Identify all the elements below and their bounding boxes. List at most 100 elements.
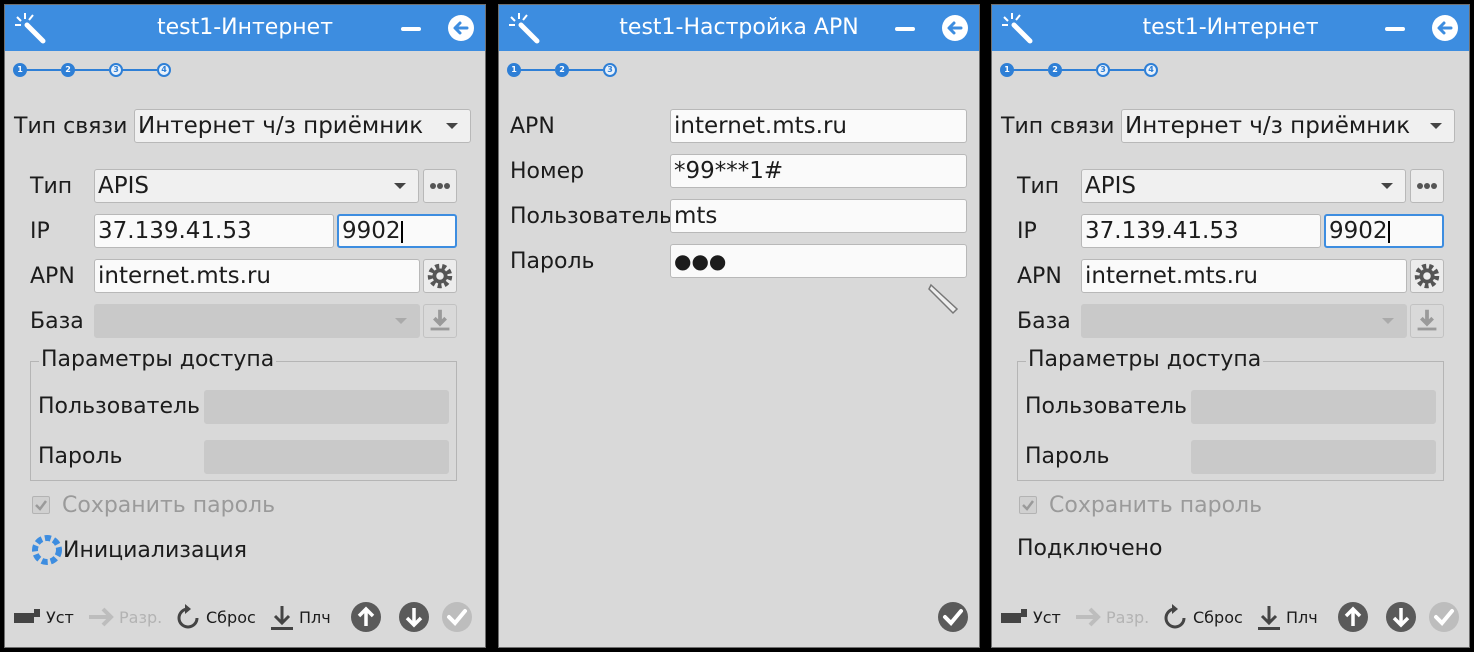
type-select[interactable]: APIS	[1081, 169, 1406, 203]
install-icon	[1001, 609, 1027, 623]
access-params-legend: Параметры доступа	[1026, 347, 1264, 372]
apn-label: APN	[510, 114, 555, 139]
back-arrow-icon[interactable]	[941, 14, 969, 42]
move-up-button[interactable]	[350, 601, 382, 633]
port-input[interactable]: 9902	[1324, 214, 1444, 248]
back-arrow-icon[interactable]	[1431, 14, 1459, 42]
more-options-button[interactable]	[1410, 169, 1444, 203]
more-options-button[interactable]	[423, 169, 457, 203]
panel-internet-initializing: test1-Интернет 1 2 3 4 Тип связи Интерне…	[0, 0, 490, 652]
chevron-down-icon	[1381, 183, 1393, 189]
loading-spinner-icon	[32, 535, 62, 565]
user-input[interactable]	[204, 390, 449, 424]
step-1: 1	[507, 63, 521, 77]
minimize-button[interactable]	[895, 27, 915, 31]
minimize-button[interactable]	[1385, 27, 1405, 31]
chevron-down-icon	[1382, 318, 1394, 324]
password-label: Пароль	[510, 249, 595, 274]
move-up-button[interactable]	[1337, 601, 1369, 633]
step-3: 3	[1096, 63, 1110, 77]
back-arrow-icon[interactable]	[447, 14, 475, 42]
panel-internet-connected: test1-Интернет 1 2 3 4 Тип связи Интерне…	[987, 0, 1474, 652]
title-bar: test1-Настройка APN	[499, 5, 979, 51]
confirm-check-button[interactable]	[1428, 601, 1460, 633]
apn-settings-button[interactable]	[1410, 259, 1444, 293]
download-base-button[interactable]	[423, 304, 457, 338]
disconnect-icon	[1076, 607, 1101, 627]
download-icon	[1258, 606, 1280, 630]
password-input[interactable]	[204, 440, 449, 474]
dialog-window: test1-Настройка APN 1 2 3 APN internet.m…	[498, 4, 980, 648]
download-base-button[interactable]	[1410, 304, 1444, 338]
user-label: Пользователь	[38, 394, 201, 419]
save-password-label: Сохранить пароль	[62, 493, 276, 518]
reset-button[interactable]: Сброс	[1193, 608, 1243, 627]
type-select[interactable]: APIS	[94, 169, 419, 203]
disconnect-icon	[89, 607, 114, 627]
user-input[interactable]	[1191, 390, 1436, 424]
apn-label: APN	[30, 264, 75, 289]
port-input[interactable]: 9902	[337, 214, 457, 248]
conn-type-select[interactable]: Интернет ч/з приёмник	[134, 109, 471, 143]
ip-input[interactable]: 37.139.41.53	[1081, 214, 1321, 248]
apn-input[interactable]: internet.mts.ru	[1081, 259, 1407, 293]
apn-settings-button[interactable]	[423, 259, 457, 293]
disconnect-button[interactable]: Разр.	[119, 608, 162, 627]
ip-label: IP	[1017, 219, 1037, 244]
type-label: Тип	[30, 174, 73, 199]
conn-type-select[interactable]: Интернет ч/з приёмник	[1121, 109, 1455, 143]
type-value: APIS	[98, 173, 149, 199]
title-bar: test1-Интернет	[992, 5, 1469, 51]
base-label: База	[1017, 309, 1071, 334]
stylus-pen-icon	[928, 283, 959, 315]
download-icon	[271, 606, 293, 630]
install-icon	[14, 609, 40, 623]
checkmark-icon	[1022, 500, 1034, 511]
step-3: 3	[109, 63, 123, 77]
user-input[interactable]: mts	[670, 199, 967, 233]
conn-type-value: Интернет ч/з приёмник	[138, 113, 424, 139]
base-select[interactable]	[94, 304, 420, 338]
save-password-checkbox[interactable]	[32, 496, 50, 514]
download-button[interactable]: Плч	[299, 608, 331, 627]
confirm-check-button[interactable]	[441, 601, 473, 633]
type-value: APIS	[1085, 173, 1136, 199]
install-button[interactable]: Уст	[1033, 608, 1061, 627]
gear-icon	[1411, 260, 1443, 292]
conn-type-value: Интернет ч/з приёмник	[1125, 113, 1411, 139]
move-down-button[interactable]	[398, 601, 430, 633]
reset-icon	[177, 604, 199, 629]
number-label: Номер	[510, 159, 585, 184]
apn-input[interactable]: internet.mts.ru	[94, 259, 420, 293]
install-button[interactable]: Уст	[46, 608, 74, 627]
reset-button[interactable]: Сброс	[206, 608, 256, 627]
apn-input[interactable]: internet.mts.ru	[670, 109, 967, 143]
port-value: 9902	[342, 218, 401, 244]
number-input[interactable]: *99***1#	[670, 154, 967, 188]
ip-label: IP	[30, 219, 50, 244]
step-2: 2	[1048, 63, 1062, 77]
dialog-window: test1-Интернет 1 2 3 4 Тип связи Интерне…	[991, 4, 1470, 648]
access-params-group: Параметры доступа Пользователь Пароль	[30, 347, 457, 481]
confirm-check-button[interactable]	[937, 601, 969, 633]
download-icon	[1411, 305, 1443, 337]
dialog-window: test1-Интернет 1 2 3 4 Тип связи Интерне…	[4, 4, 486, 648]
save-password-checkbox[interactable]	[1019, 496, 1037, 514]
status-text: Подключено	[1017, 536, 1163, 561]
password-input[interactable]	[1191, 440, 1436, 474]
port-value: 9902	[1329, 218, 1388, 244]
minimize-button[interactable]	[401, 27, 421, 31]
base-label: База	[30, 309, 84, 334]
step-2: 2	[61, 63, 75, 77]
password-input[interactable]: ●●●	[670, 244, 967, 278]
ip-input[interactable]: 37.139.41.53	[94, 214, 334, 248]
access-params-group: Параметры доступа Пользователь Пароль	[1017, 347, 1444, 481]
download-button[interactable]: Плч	[1286, 608, 1318, 627]
disconnect-button[interactable]: Разр.	[1106, 608, 1149, 627]
step-1: 1	[13, 63, 27, 77]
more-dots-icon	[1417, 183, 1437, 189]
base-select[interactable]	[1081, 304, 1407, 338]
password-label: Пароль	[1025, 444, 1110, 469]
download-icon	[424, 305, 456, 337]
move-down-button[interactable]	[1385, 601, 1417, 633]
